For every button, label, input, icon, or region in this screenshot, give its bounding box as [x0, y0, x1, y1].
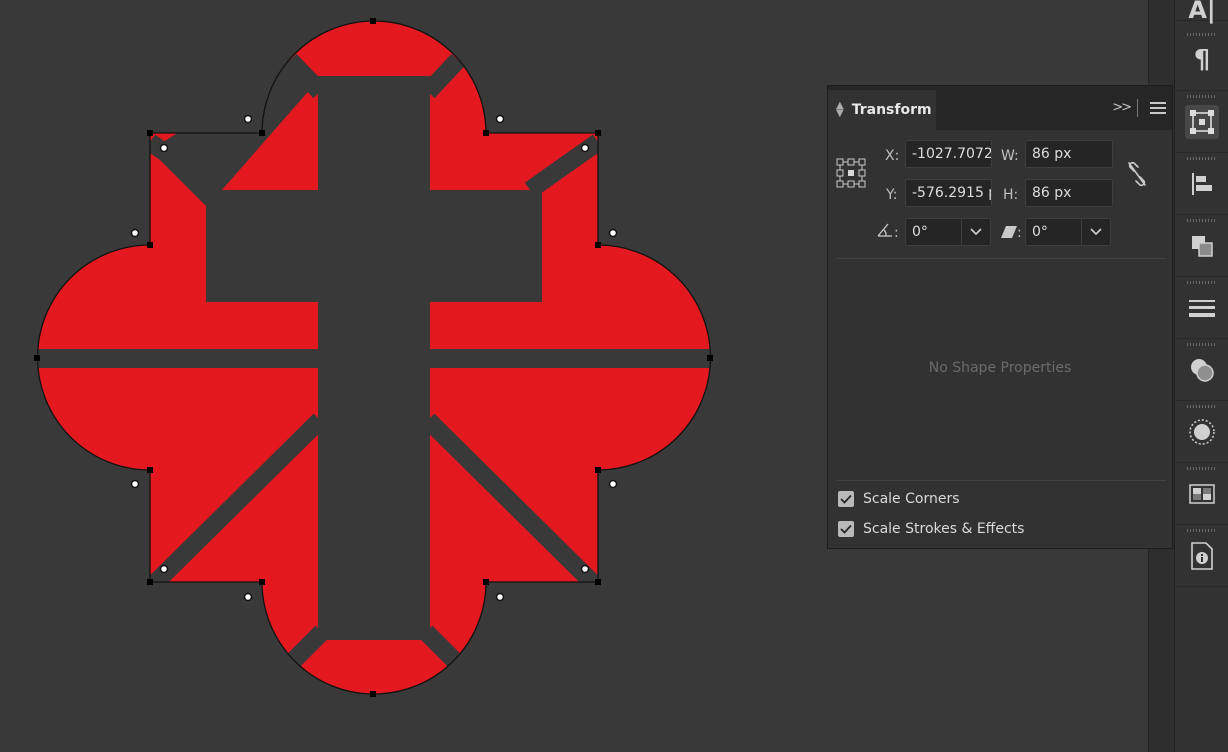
anchor-bottom-right-inner: [483, 579, 489, 585]
rotate-label: :: [894, 225, 899, 241]
rotate-dropdown[interactable]: 0°: [905, 218, 991, 246]
anchor-corner-tl: [147, 130, 153, 136]
anchor-corner-tr: [595, 130, 601, 136]
panel-title: Transform: [851, 102, 932, 118]
scale-corners-label: Scale Corners: [863, 491, 960, 507]
anchor-bottom: [370, 691, 376, 697]
shear-icon: [1000, 224, 1018, 238]
scale-corners-row[interactable]: Scale Corners: [838, 491, 960, 507]
transform-icon: [1190, 109, 1214, 134]
dock-document-info-button[interactable]: [1175, 525, 1228, 587]
anchor-right-upper: [595, 242, 601, 248]
dock-stroke-button[interactable]: [1175, 277, 1228, 339]
header-separator: [1137, 99, 1138, 117]
y-input[interactable]: -576.2915 p: [905, 179, 992, 207]
scale-corners-checkbox[interactable]: [838, 491, 854, 507]
x-input[interactable]: -1027.7072: [905, 140, 992, 168]
dock-paragraph-button[interactable]: ¶: [1175, 29, 1228, 91]
scale-strokes-row[interactable]: Scale Strokes & Effects: [838, 521, 1024, 537]
dock-pathfinder-button[interactable]: [1175, 215, 1228, 277]
anchor-corner-bl: [147, 579, 153, 585]
collapse-arrows-icon[interactable]: ▲ ▼: [836, 101, 844, 119]
character-icon: A|: [1188, 0, 1216, 24]
y-label: Y:: [886, 187, 898, 203]
h-label: H:: [1003, 187, 1019, 203]
chevron-down-icon[interactable]: [1081, 219, 1110, 245]
align-icon: [1192, 172, 1212, 195]
dock-character-button[interactable]: A|: [1175, 0, 1228, 24]
scale-strokes-label: Scale Strokes & Effects: [863, 521, 1025, 537]
cross-cutout: [37, 53, 711, 671]
rotate-angle-icon: [876, 222, 894, 238]
scale-strokes-checkbox[interactable]: [838, 521, 854, 537]
transform-panel: ▲ ▼ Transform >> X: -1027.7072 W: 86 px Y…: [827, 85, 1173, 549]
panel-divider: [836, 258, 1166, 259]
panel-menu-icon[interactable]: [1150, 102, 1166, 114]
anchor-left: [34, 355, 40, 361]
stroke-icon: [1189, 299, 1215, 317]
anchor-top: [370, 18, 376, 24]
rotate-value: 0°: [912, 224, 928, 240]
anchor-right-lower: [595, 467, 601, 473]
panel-divider: [836, 480, 1166, 481]
chevron-down-icon[interactable]: [961, 219, 990, 245]
x-label: X:: [885, 148, 900, 164]
anchor-left-upper: [147, 242, 153, 248]
anchor-left-lower: [147, 467, 153, 473]
reference-point-locator[interactable]: [836, 158, 866, 188]
anchor-bottom-left-inner: [259, 579, 265, 585]
expand-panel-button[interactable]: >>: [1112, 100, 1132, 115]
shear-value: 0°: [1032, 224, 1048, 240]
dock-transform-button[interactable]: [1175, 91, 1228, 153]
w-input[interactable]: 86 px: [1025, 140, 1113, 168]
pathfinder-icon: [1192, 235, 1213, 257]
no-shape-properties-text: No Shape Properties: [928, 360, 1072, 376]
anchor-top-right-inner: [483, 130, 489, 136]
document-info-icon: [1191, 541, 1213, 570]
anchor-corner-br: [595, 579, 601, 585]
w-label: W:: [1001, 148, 1019, 164]
tab-transform[interactable]: ▲ ▼ Transform: [828, 90, 936, 130]
panel-header: ▲ ▼ Transform >>: [828, 86, 1172, 130]
h-input[interactable]: 86 px: [1025, 179, 1113, 207]
dock-transparency-button[interactable]: [1175, 339, 1228, 401]
right-panel-dock: A| ¶: [1174, 0, 1228, 752]
anchor-right: [707, 355, 713, 361]
checkmark-icon: [840, 494, 852, 504]
dock-appearance-button[interactable]: [1175, 401, 1228, 463]
swatches-icon: [1189, 483, 1215, 504]
shear-label: :: [1017, 225, 1022, 241]
dock-align-button[interactable]: [1175, 153, 1228, 215]
constrain-proportions-icon[interactable]: [1125, 160, 1149, 188]
appearance-icon: [1189, 418, 1215, 445]
checkmark-icon: [840, 524, 852, 534]
transparency-icon: [1191, 358, 1214, 382]
dock-swatches-button[interactable]: [1175, 463, 1228, 525]
anchor-top-left-inner: [259, 130, 265, 136]
paragraph-icon: ¶: [1193, 44, 1211, 75]
shear-dropdown[interactable]: 0°: [1025, 218, 1111, 246]
